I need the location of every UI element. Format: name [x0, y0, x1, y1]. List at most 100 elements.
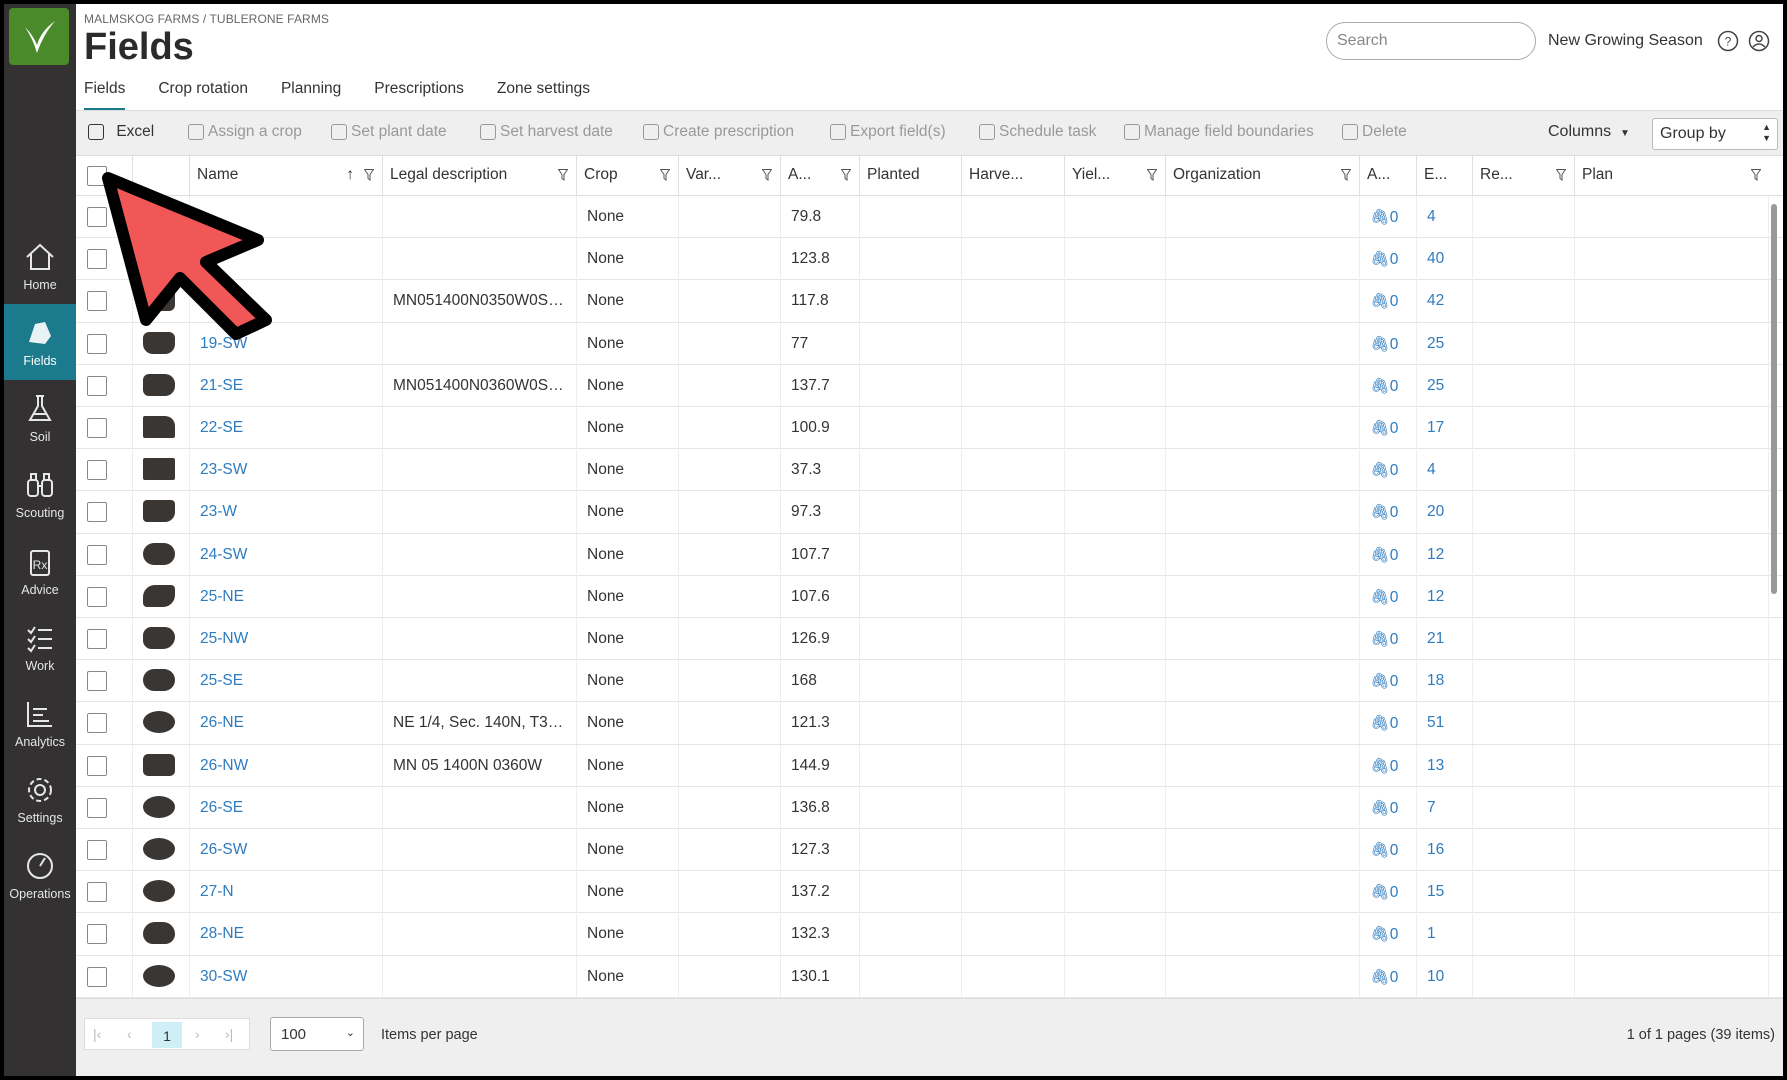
field-name-link[interactable]: 25-SE: [200, 672, 243, 689]
filter-icon[interactable]: [1341, 169, 1351, 181]
user-profile-icon[interactable]: [1748, 30, 1770, 52]
attachments-link[interactable]: 🖇0: [1370, 251, 1398, 268]
table-row[interactable]: None 79.8 🖇0 4: [76, 196, 1783, 239]
create-prescription-button[interactable]: Create prescription: [643, 123, 794, 141]
row-checkbox[interactable]: [87, 755, 107, 776]
header-legal-description[interactable]: Legal description: [383, 156, 577, 196]
table-row[interactable]: 27-N None 137.2 🖇0 15: [76, 871, 1783, 914]
attachments-link[interactable]: 🖇0: [1370, 547, 1398, 564]
app-logo[interactable]: [9, 8, 69, 65]
events-link[interactable]: 12: [1427, 546, 1444, 563]
row-checkbox[interactable]: [87, 924, 107, 945]
row-checkbox[interactable]: [87, 460, 107, 481]
table-row[interactable]: 30-SW None 130.1 🖇0 10: [76, 955, 1783, 998]
attachments-link[interactable]: 🖇0: [1370, 926, 1398, 943]
field-name-link[interactable]: 23-SW: [200, 461, 247, 478]
season-selector[interactable]: New Growing Season: [1548, 32, 1703, 50]
attachments-link[interactable]: 🖇0: [1370, 969, 1398, 986]
field-name-link[interactable]: 27-N: [200, 883, 234, 900]
header-area[interactable]: A...: [781, 156, 860, 196]
attachments-link[interactable]: 🖇0: [1370, 800, 1398, 817]
header-re[interactable]: Re...: [1473, 156, 1575, 196]
group-by-select[interactable]: Group by ▲ ▼: [1652, 118, 1778, 150]
field-name-link[interactable]: 25-NE: [200, 588, 244, 605]
sidebar-item-settings[interactable]: Settings: [4, 761, 76, 837]
header-plan[interactable]: Plan: [1575, 156, 1769, 196]
header-crop[interactable]: Crop: [577, 156, 679, 196]
tab-fields[interactable]: Fields: [84, 80, 126, 111]
field-name-link[interactable]: 25-NW: [200, 630, 248, 647]
table-row[interactable]: None 123.8 🖇0 40: [76, 238, 1783, 281]
last-page-icon[interactable]: ›|: [225, 1026, 233, 1042]
table-row[interactable]: 26-NW MN 05 1400N 0360W None 144.9 🖇0 13: [76, 744, 1783, 787]
field-name-link[interactable]: 23-W: [200, 503, 237, 520]
row-checkbox[interactable]: [87, 966, 107, 987]
sidebar-item-analytics[interactable]: Analytics: [4, 685, 76, 761]
table-row[interactable]: 24-SW None 107.7 🖇0 12: [76, 533, 1783, 576]
search-input[interactable]: [1326, 22, 1536, 60]
filter-icon[interactable]: [762, 169, 772, 181]
attachments-link[interactable]: 🖇0: [1370, 378, 1398, 395]
events-link[interactable]: 25: [1427, 335, 1444, 352]
sidebar-item-operations[interactable]: Operations: [4, 837, 76, 913]
events-link[interactable]: 10: [1427, 968, 1444, 985]
events-link[interactable]: 1: [1427, 925, 1436, 942]
table-row[interactable]: 25-SE None 168 🖇0 18: [76, 660, 1783, 703]
row-checkbox[interactable]: [87, 629, 107, 649]
row-checkbox[interactable]: [87, 502, 107, 523]
sidebar-item-fields[interactable]: Fields: [4, 304, 76, 380]
tab-crop-rotation[interactable]: Crop rotation: [158, 80, 248, 111]
sidebar-item-soil[interactable]: Soil: [4, 380, 76, 456]
row-checkbox[interactable]: [87, 544, 107, 565]
row-checkbox[interactable]: [87, 840, 107, 860]
set-harvest-date-button[interactable]: Set harvest date: [480, 123, 613, 141]
header-attachments[interactable]: A...: [1360, 156, 1417, 196]
tab-zone-settings[interactable]: Zone settings: [497, 80, 590, 111]
attachments-link[interactable]: 🖇0: [1370, 462, 1398, 479]
header-events[interactable]: E...: [1417, 156, 1473, 196]
events-link[interactable]: 16: [1427, 841, 1444, 858]
events-link[interactable]: 4: [1427, 208, 1436, 225]
row-checkbox[interactable]: [87, 713, 107, 734]
breadcrumb[interactable]: MALMSKOG FARMS / TUBLERONE FARMS: [84, 12, 329, 26]
row-checkbox[interactable]: [87, 671, 107, 692]
filter-icon[interactable]: [841, 169, 851, 181]
sidebar-item-home[interactable]: Home: [4, 228, 76, 304]
row-checkbox[interactable]: [87, 418, 107, 438]
row-checkbox[interactable]: [87, 375, 107, 396]
filter-icon[interactable]: [1751, 169, 1761, 181]
filter-icon[interactable]: [1556, 169, 1566, 181]
prev-page-icon[interactable]: ‹: [127, 1026, 132, 1042]
table-row[interactable]: 26-NE NE 1/4, Sec. 140N, T36... None 121.3 🖇…: [76, 702, 1783, 745]
header-variety[interactable]: Var...: [679, 156, 781, 196]
filter-icon[interactable]: [1147, 169, 1157, 181]
events-link[interactable]: 13: [1427, 757, 1444, 774]
events-link[interactable]: 25: [1427, 377, 1444, 394]
tab-prescriptions[interactable]: Prescriptions: [374, 80, 464, 111]
header-organization[interactable]: Organization: [1166, 156, 1360, 196]
set-plant-date-button[interactable]: Set plant date: [331, 123, 447, 141]
field-name-link[interactable]: 28-NE: [200, 925, 244, 942]
sidebar-item-advice[interactable]: Rx Advice: [4, 533, 76, 609]
table-row[interactable]: 25-NW None 126.9 🖇0 21: [76, 618, 1783, 661]
attachments-link[interactable]: 🖇0: [1370, 884, 1398, 901]
table-row[interactable]: MN051400N0350W0SN... None 117.8 🖇0 42: [76, 280, 1783, 323]
attachments-link[interactable]: 🖇0: [1370, 293, 1398, 310]
field-name-link[interactable]: 30-SW: [200, 968, 247, 985]
events-link[interactable]: 15: [1427, 883, 1444, 900]
attachments-link[interactable]: 🖇0: [1370, 209, 1398, 226]
help-icon[interactable]: ?: [1717, 30, 1739, 52]
filter-icon[interactable]: [364, 169, 374, 181]
row-checkbox[interactable]: [87, 882, 107, 903]
table-row[interactable]: 25-NE None 107.6 🖇0 12: [76, 575, 1783, 618]
table-row[interactable]: 23-W None 97.3 🖇0 20: [76, 491, 1783, 534]
items-per-page-select[interactable]: 100 ⌄: [270, 1017, 364, 1051]
delete-button[interactable]: Delete: [1342, 123, 1407, 141]
sidebar-item-work[interactable]: Work: [4, 609, 76, 685]
tab-planning[interactable]: Planning: [281, 80, 341, 111]
sort-asc-icon[interactable]: ↑: [346, 166, 354, 184]
attachments-link[interactable]: 🖇0: [1370, 758, 1398, 775]
attachments-link[interactable]: 🖇0: [1370, 504, 1398, 521]
field-name-link[interactable]: 22-SE: [200, 419, 243, 436]
header-yield[interactable]: Yiel...: [1065, 156, 1166, 196]
